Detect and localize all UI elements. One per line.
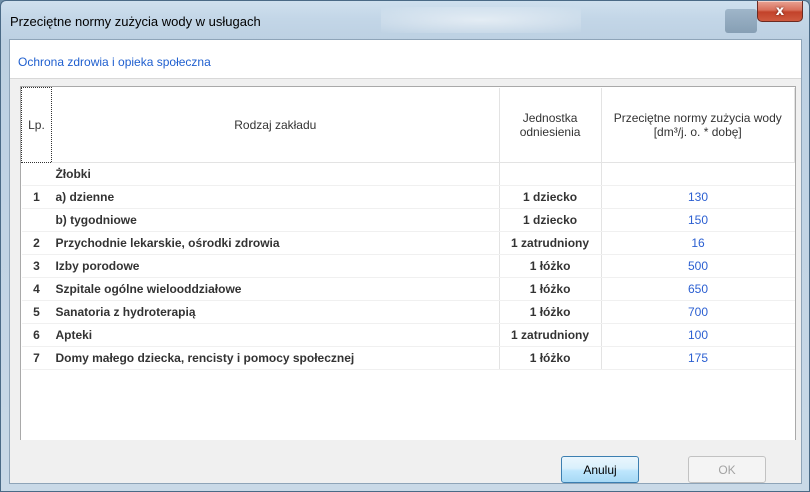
row-norm: 16 xyxy=(600,231,795,255)
header-type[interactable]: Rodzaj zakładu xyxy=(51,87,500,163)
table-row[interactable]: 3 Izby porodowe 1 łóżko 500 xyxy=(21,254,795,278)
title-bar[interactable]: Przeciętne normy zużycia wody w usługach… xyxy=(1,1,809,39)
table-row[interactable]: 5 Sanatoria z hydroterapią 1 łóżko 700 xyxy=(21,300,795,324)
row-unit: 1 zatrudniony xyxy=(498,231,601,255)
row-norm: 700 xyxy=(600,300,795,324)
row-lp: 5 xyxy=(21,300,52,324)
table-row[interactable]: 6 Apteki 1 zatrudniony 100 xyxy=(21,323,795,347)
row-unit: 1 łóżko xyxy=(498,300,601,324)
row-unit: 1 łóżko xyxy=(498,346,601,370)
header-unit[interactable]: Jednostka odniesienia xyxy=(499,87,602,163)
table-row[interactable]: 7 Domy małego dziecka, rencisty i pomocy … xyxy=(21,346,795,370)
table-row[interactable]: 2 Przychodnie lekarskie, ośrodki zdrowia 1… xyxy=(21,231,795,255)
row-norm: 175 xyxy=(600,346,795,370)
row-type: Domy małego dziecka, rencisty i pomocy s… xyxy=(51,346,500,370)
row-lp xyxy=(21,162,52,186)
row-norm: 100 xyxy=(600,323,795,347)
row-unit: 1 dziecko xyxy=(498,208,601,232)
row-unit: 1 łóżko xyxy=(498,254,601,278)
close-icon: x xyxy=(775,3,785,19)
row-type: Szpitale ogólne wielooddziałowe xyxy=(51,277,500,301)
row-lp: 4 xyxy=(21,277,52,301)
cancel-button[interactable]: Anuluj xyxy=(561,456,639,483)
header-norm[interactable]: Przeciętne normy zużycia wody [dm³/j. o.… xyxy=(601,87,795,163)
row-lp: 2 xyxy=(21,231,52,255)
row-norm: 150 xyxy=(600,208,795,232)
row-lp: 7 xyxy=(21,346,52,370)
row-type: Sanatoria z hydroterapią xyxy=(51,300,500,324)
row-type: Żłobki xyxy=(51,162,500,186)
table-row[interactable]: b) tygodniowe 1 dziecko 150 xyxy=(21,208,795,232)
row-type: Izby porodowe xyxy=(51,254,500,278)
row-lp: 3 xyxy=(21,254,52,278)
table-row[interactable]: 1 a) dzienne 1 dziecko 130 xyxy=(21,185,795,209)
row-lp xyxy=(21,208,52,232)
row-norm: 130 xyxy=(600,185,795,209)
section-header: Ochrona zdrowia i opieka społeczna xyxy=(10,40,801,79)
row-lp: 6 xyxy=(21,323,52,347)
row-type: Apteki xyxy=(51,323,500,347)
row-type: Przychodnie lekarskie, ośrodki zdrowia xyxy=(51,231,500,255)
row-unit xyxy=(498,162,601,186)
section-title: Ochrona zdrowia i opieka społeczna xyxy=(18,55,211,69)
norms-grid: Lp. Rodzaj zakładu Jednostka odniesienia… xyxy=(21,87,795,370)
row-unit: 1 dziecko xyxy=(498,185,601,209)
row-norm: 500 xyxy=(600,254,795,278)
close-button[interactable]: x xyxy=(757,1,803,22)
button-bar: Anuluj OK xyxy=(10,440,801,483)
dialog-body: Ochrona zdrowia i opieka społeczna Lp. R… xyxy=(9,39,802,484)
table-row[interactable]: Żłobki xyxy=(21,162,795,186)
titlebar-decoration xyxy=(725,9,757,33)
row-unit: 1 zatrudniony xyxy=(498,323,601,347)
ok-button[interactable]: OK xyxy=(688,456,766,483)
table-header-row: Lp. Rodzaj zakładu Jednostka odniesienia… xyxy=(21,87,795,163)
row-norm: 650 xyxy=(600,277,795,301)
dialog-window: Przeciętne normy zużycia wody w usługach… xyxy=(0,0,810,492)
table-row[interactable]: 4 Szpitale ogólne wielooddziałowe 1 łóżko 6… xyxy=(21,277,795,301)
window-title: Przeciętne normy zużycia wody w usługach xyxy=(10,14,261,29)
row-type: b) tygodniowe xyxy=(51,208,500,232)
row-lp: 1 xyxy=(21,185,52,209)
title-glow xyxy=(381,7,581,33)
row-type: a) dzienne xyxy=(51,185,500,209)
header-lp[interactable]: Lp. xyxy=(21,87,52,163)
row-unit: 1 łóżko xyxy=(498,277,601,301)
norms-table[interactable]: Lp. Rodzaj zakładu Jednostka odniesienia… xyxy=(20,86,796,441)
row-norm xyxy=(600,162,795,186)
